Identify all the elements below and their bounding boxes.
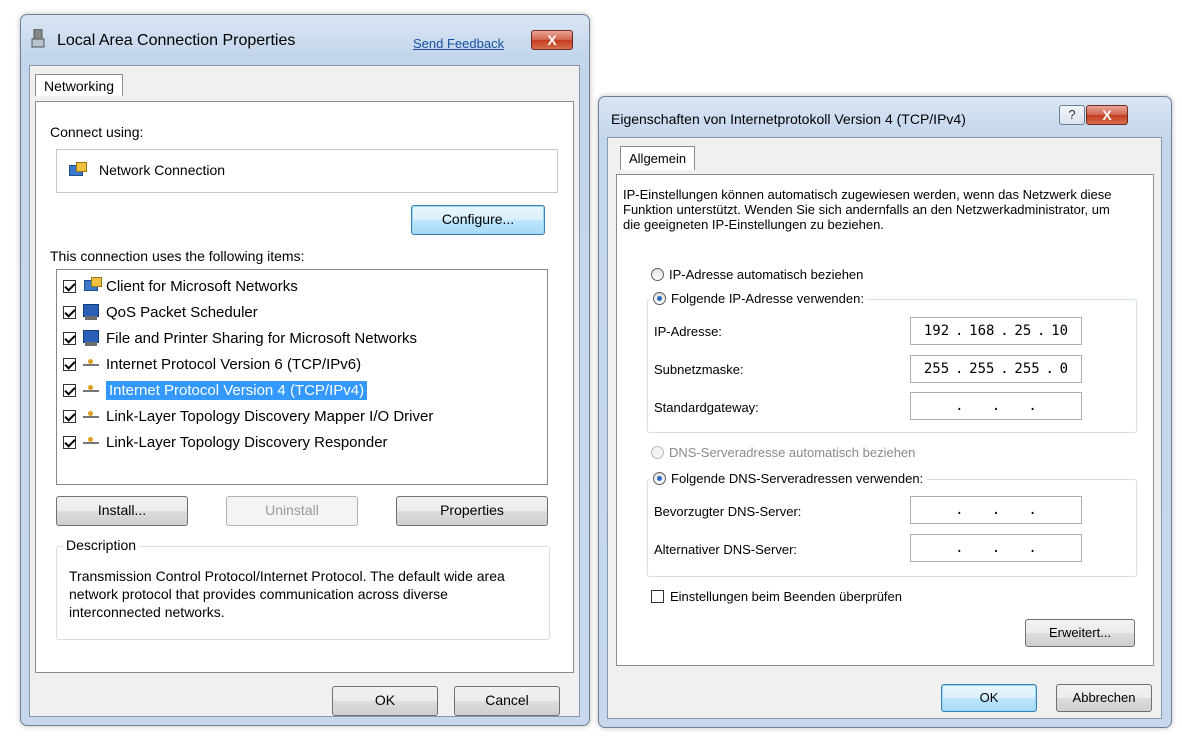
radio-auto-dns[interactable]: DNS-Serveradresse automatisch beziehen <box>651 445 915 460</box>
description-text: Transmission Control Protocol/Internet P… <box>69 568 505 620</box>
tab-networking[interactable]: Networking <box>35 74 124 96</box>
radio-auto-ip[interactable]: IP-Adresse automatisch beziehen <box>651 267 863 282</box>
checkbox[interactable] <box>63 409 76 423</box>
items-label: This connection uses the following items… <box>50 248 305 264</box>
preferred-dns-field[interactable]: ... <box>910 496 1082 524</box>
install-button[interactable]: Install... <box>56 496 188 526</box>
ok-button[interactable]: OK <box>941 684 1037 712</box>
ok-button[interactable]: OK <box>332 686 438 716</box>
properties-button[interactable]: Properties <box>396 496 548 526</box>
networking-tab-page: Connect using: Network Connection Config… <box>35 101 574 673</box>
uninstall-button[interactable]: Uninstall <box>226 496 358 526</box>
checkbox[interactable] <box>63 383 76 397</box>
close-button[interactable]: X <box>531 30 573 50</box>
dialog-body: Networking Connect using: Network Connec… <box>29 65 580 717</box>
ipv4-properties-dialog: Eigenschaften von Internetprotokoll Vers… <box>598 96 1172 728</box>
subnet-mask-field[interactable]: 255. 255. 255. 0 <box>910 355 1082 383</box>
list-item[interactable]: QoS Packet Scheduler <box>63 299 258 325</box>
network-adapter-icon <box>67 162 87 180</box>
list-item[interactable]: File and Printer Sharing for Microsoft N… <box>63 325 417 351</box>
close-button[interactable]: X <box>1086 105 1128 125</box>
preferred-dns-label: Bevorzugter DNS-Server: <box>654 504 802 519</box>
close-icon: X <box>1102 107 1112 123</box>
service-icon <box>82 329 102 347</box>
list-item[interactable]: Link-Layer Topology Discovery Responder <box>63 429 388 455</box>
description-group: Description Transmission Control Protoco… <box>56 537 550 640</box>
protocol-icon <box>82 433 102 451</box>
dialog-title: Eigenschaften von Internetprotokoll Vers… <box>611 111 966 127</box>
dns-group: Folgende DNS-Serveradressen verwenden: B… <box>647 471 1137 577</box>
checkbox[interactable] <box>63 279 76 293</box>
network-client-icon <box>82 277 102 295</box>
default-gateway-field[interactable]: ... <box>910 392 1082 420</box>
list-item[interactable]: Internet Protocol Version 6 (TCP/IPv6) <box>63 351 361 377</box>
radio-manual-ip[interactable]: Folgende IP-Adresse verwenden: <box>650 291 867 306</box>
help-button[interactable]: ? <box>1059 105 1085 125</box>
checkbox[interactable] <box>63 305 76 319</box>
ip-address-label: IP-Adresse: <box>654 324 722 339</box>
network-adapter-icon <box>31 28 45 49</box>
close-icon: X <box>547 32 557 48</box>
list-item[interactable]: Client for Microsoft Networks <box>63 273 298 299</box>
description-legend: Description <box>63 537 140 553</box>
local-area-connection-dialog: Local Area Connection Properties Send Fe… <box>20 14 590 726</box>
protocol-icon <box>82 381 102 399</box>
allgemein-tab-page: IP-Einstellungen können automatisch zuge… <box>616 174 1154 666</box>
dialog-title: Local Area Connection Properties <box>57 32 296 49</box>
title-bar: Eigenschaften von Internetprotokoll Vers… <box>599 97 1171 137</box>
alternate-dns-label: Alternativer DNS-Server: <box>654 542 798 557</box>
radio-button[interactable] <box>653 472 666 485</box>
service-icon <box>82 303 102 321</box>
checkbox[interactable] <box>651 590 664 603</box>
dialog-body: Allgemein IP-Einstellungen können automa… <box>607 137 1162 719</box>
title-bar: Local Area Connection Properties Send Fe… <box>21 15 589 65</box>
list-item-selected[interactable]: Internet Protocol Version 4 (TCP/IPv4) <box>63 377 368 403</box>
checkbox[interactable] <box>63 331 76 345</box>
configure-button[interactable]: Configure... <box>411 205 545 235</box>
list-item[interactable]: Link-Layer Topology Discovery Mapper I/O… <box>63 403 433 429</box>
ip-group: Folgende IP-Adresse verwenden: IP-Adress… <box>647 291 1137 433</box>
protocol-icon <box>82 355 102 373</box>
radio-button[interactable] <box>651 268 664 281</box>
send-feedback-link[interactable]: Send Feedback <box>413 36 504 51</box>
radio-button[interactable] <box>653 292 666 305</box>
radio-button[interactable] <box>651 446 664 459</box>
adapter-name: Network Connection <box>99 162 226 178</box>
cancel-button[interactable]: Cancel <box>454 686 560 716</box>
checkbox[interactable] <box>63 435 76 449</box>
intro-text: IP-Einstellungen können automatisch zuge… <box>623 187 1112 232</box>
validate-settings-checkbox[interactable]: Einstellungen beim Beenden überprüfen <box>651 589 902 604</box>
components-list[interactable]: Client for Microsoft Networks QoS Packet… <box>56 269 548 485</box>
radio-manual-dns[interactable]: Folgende DNS-Serveradressen verwenden: <box>650 471 927 486</box>
subnet-mask-label: Subnetzmaske: <box>654 362 744 377</box>
checkbox[interactable] <box>63 357 76 371</box>
default-gateway-label: Standardgateway: <box>654 400 759 415</box>
cancel-button[interactable]: Abbrechen <box>1056 684 1152 712</box>
connect-using-label: Connect using: <box>50 124 144 140</box>
adapter-box: Network Connection <box>56 149 558 193</box>
advanced-button[interactable]: Erweitert... <box>1025 619 1135 647</box>
protocol-icon <box>82 407 102 425</box>
help-icon: ? <box>1068 107 1076 122</box>
tab-allgemein[interactable]: Allgemein <box>620 146 696 170</box>
alternate-dns-field[interactable]: ... <box>910 534 1082 562</box>
ip-address-field[interactable]: 192. 168. 25. 10 <box>910 317 1082 345</box>
